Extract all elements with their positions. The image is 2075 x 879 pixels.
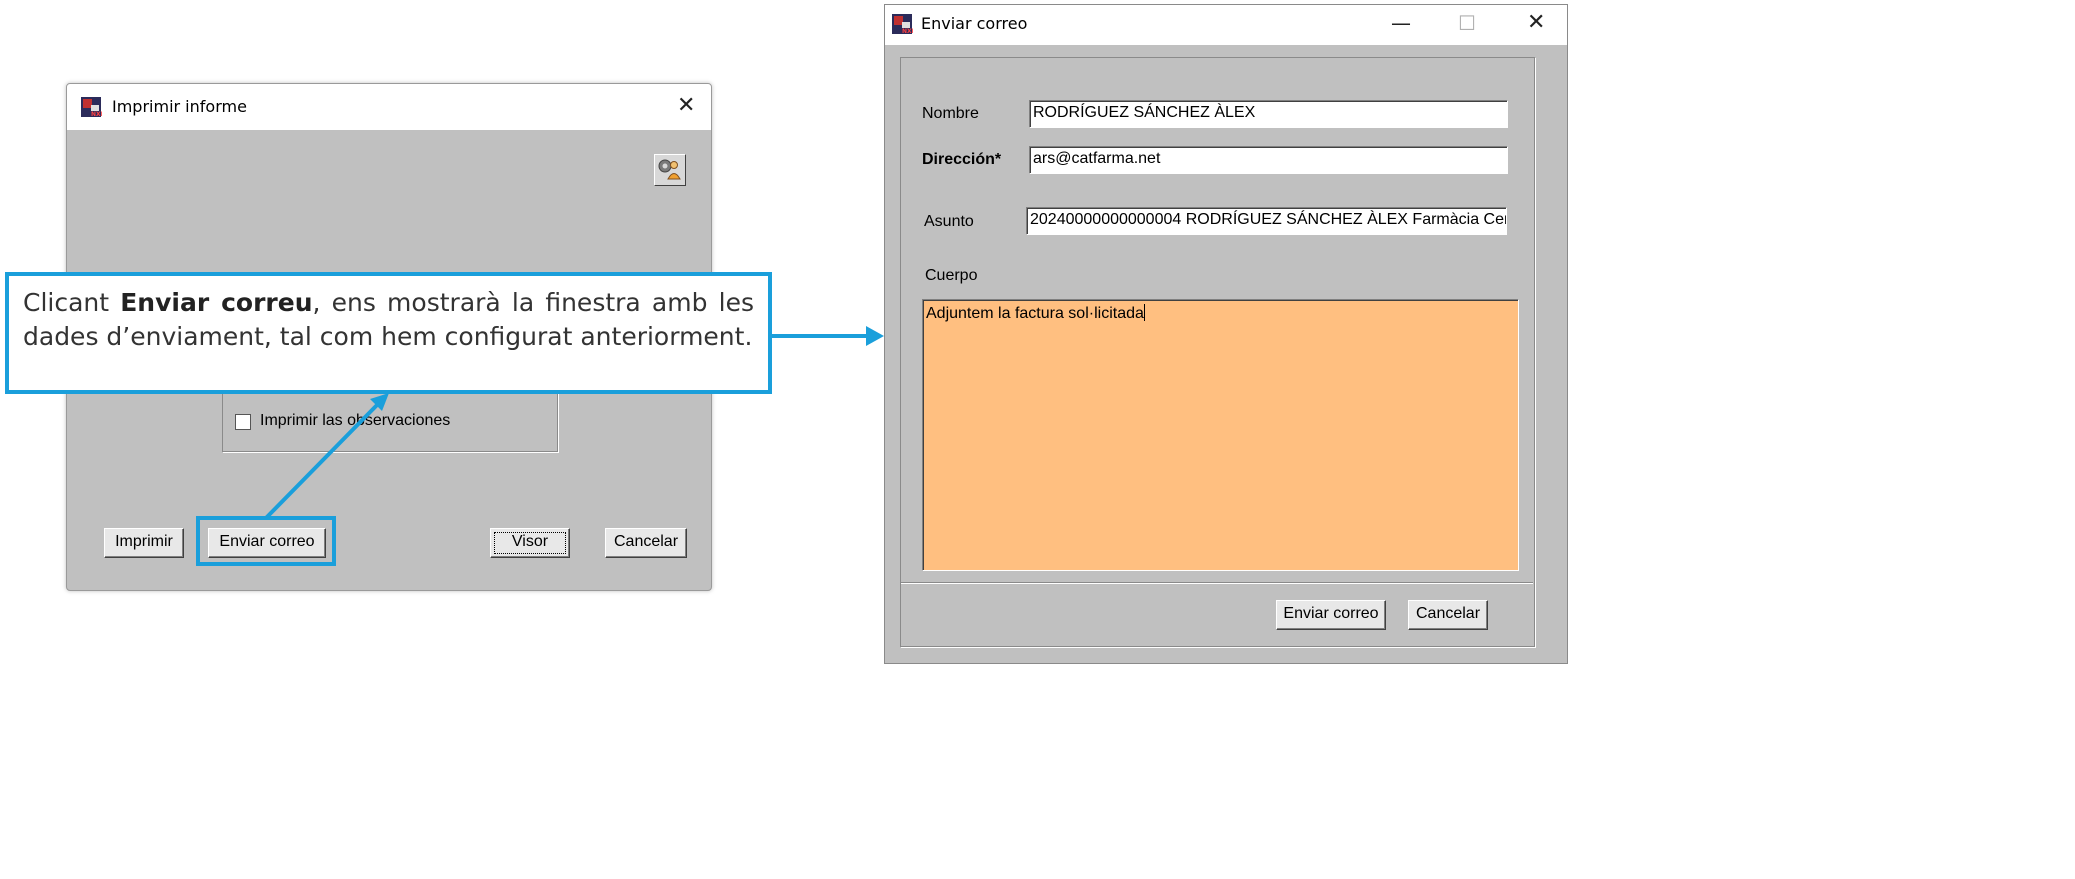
- svg-text:NXF: NXF: [902, 28, 913, 35]
- panel-divider: [901, 582, 1533, 583]
- email-cancelar-label: Cancelar: [1415, 605, 1481, 622]
- arrow-to-callout: [264, 402, 380, 520]
- cuerpo-text: Adjuntem la factura sol·licitada: [926, 305, 1144, 322]
- app-icon: NXF: [892, 14, 913, 35]
- email-title: Enviar correo: [921, 14, 1028, 33]
- direccion-field[interactable]: ars@catfarma.net: [1029, 146, 1508, 174]
- cuerpo-label: Cuerpo: [925, 267, 978, 284]
- close-icon[interactable]: ✕: [1527, 10, 1545, 35]
- nombre-field[interactable]: RODRÍGUEZ SÁNCHEZ ÀLEX: [1029, 100, 1508, 128]
- asunto-label: Asunto: [924, 213, 974, 230]
- nombre-label: Nombre: [922, 105, 979, 122]
- maximize-icon: ☐: [1458, 11, 1476, 35]
- asunto-field[interactable]: 20240000000000004 RODRÍGUEZ SÁNCHEZ ÀLEX…: [1026, 207, 1507, 235]
- email-enviar-label: Enviar correo: [1283, 605, 1379, 622]
- email-title-bar: NXF Enviar correo — ☐ ✕: [885, 5, 1567, 45]
- text-cursor: [1143, 304, 1145, 321]
- enviar-correo-dialog: NXF Enviar correo — ☐ ✕ Nombre Dirección…: [884, 4, 1568, 664]
- minimize-icon[interactable]: —: [1391, 11, 1411, 35]
- cancelar-button[interactable]: Cancelar: [1408, 600, 1488, 630]
- cuerpo-textarea[interactable]: Adjuntem la factura sol·licitada: [922, 299, 1519, 571]
- arrow-head-right-icon: [866, 326, 884, 346]
- enviar-correo-button[interactable]: Enviar correo: [1276, 600, 1386, 630]
- direccion-label: Dirección*: [922, 151, 1002, 168]
